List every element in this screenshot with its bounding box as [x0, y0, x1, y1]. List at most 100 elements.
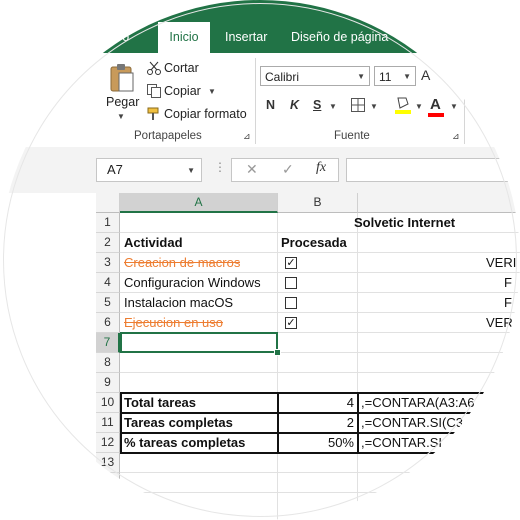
copy-icon [146, 83, 162, 104]
font-family-dropdown-icon: ▼ [357, 72, 365, 81]
gridline [120, 472, 520, 473]
cut-button[interactable]: Cortar [164, 61, 199, 75]
row-header[interactable]: 6 [96, 313, 120, 333]
font-launcher-icon[interactable]: ⊿ [452, 131, 460, 142]
name-box[interactable]: A7 ▼ [96, 158, 202, 182]
cancel-icon[interactable]: ✕ [246, 161, 258, 178]
task-status[interactable]: VERI [486, 253, 516, 273]
summary-formula[interactable]: ,=CONTAR.SI [361, 433, 442, 453]
fill-handle[interactable] [274, 349, 281, 356]
excel-window: vo Inicio Insertar Diseño de página Pega… [0, 0, 520, 520]
summary-label[interactable]: % tareas completas [124, 433, 245, 453]
underline-dropdown-icon[interactable]: ▼ [329, 102, 337, 111]
column-header-a[interactable]: A [120, 193, 278, 213]
task-name[interactable]: Instalacion macOS [124, 293, 233, 313]
row-header[interactable]: 10 [96, 393, 120, 413]
font-size-value: 11 [379, 70, 392, 84]
group-separator [464, 58, 465, 144]
borders-dropdown-icon[interactable]: ▼ [370, 102, 378, 111]
worksheet-grid [0, 193, 520, 520]
font-group-label: Fuente [334, 130, 370, 142]
task-name[interactable]: Ejecucion en uso [124, 313, 223, 333]
summary-label[interactable]: Tareas completas [124, 413, 233, 433]
font-color-button[interactable]: A [430, 96, 441, 113]
task-name[interactable]: Creacion de macros [124, 253, 240, 273]
summary-value[interactable]: 4 [281, 393, 354, 413]
clipboard-icon [108, 62, 136, 99]
group-separator [255, 58, 256, 144]
row-header[interactable]: 9 [96, 373, 120, 393]
task-name[interactable]: Configuracion Windows [124, 273, 261, 293]
row-header[interactable]: 3 [96, 253, 120, 273]
paste-label[interactable]: Pegar [106, 95, 139, 109]
grow-font-button[interactable]: A [421, 67, 430, 83]
task-checkbox[interactable] [285, 277, 297, 289]
gridline [120, 372, 520, 373]
column-header-c[interactable] [358, 193, 520, 213]
selected-cell-a7[interactable] [120, 332, 278, 353]
gridline [357, 213, 358, 520]
name-box-dropdown-icon[interactable]: ▼ [187, 160, 195, 182]
row-header[interactable]: 5 [96, 293, 120, 313]
row-header[interactable]: 4 [96, 273, 120, 293]
format-painter-icon [146, 106, 162, 127]
clipboard-launcher-icon[interactable]: ⊿ [243, 131, 251, 142]
table-border [120, 392, 122, 453]
borders-icon[interactable] [350, 97, 366, 118]
header-actividad[interactable]: Actividad [124, 233, 183, 253]
tab-diseno-pagina[interactable]: Diseño de página [291, 22, 388, 53]
row-header[interactable]: 2 [96, 233, 120, 253]
paste-button[interactable] [106, 60, 136, 94]
italic-button[interactable]: K [290, 98, 299, 112]
row-header[interactable]: 1 [96, 213, 120, 233]
formula-bar-dots: ⋮ [214, 160, 226, 174]
scissors-icon [146, 60, 162, 81]
gridline [277, 213, 278, 520]
copy-format-button[interactable]: Copiar formato [164, 107, 247, 121]
insert-function-icon[interactable]: fx [316, 160, 326, 176]
row-header[interactable]: 11 [96, 413, 120, 433]
bold-button[interactable]: N [266, 98, 275, 112]
underline-button[interactable]: S [313, 98, 321, 112]
gridline [120, 492, 520, 493]
table-border [357, 392, 359, 453]
summary-formula[interactable]: ,=CONTARA(A3:A6 [361, 393, 475, 413]
paste-dropdown-icon[interactable]: ▼ [117, 112, 125, 121]
row-header[interactable]: 8 [96, 353, 120, 373]
tab-insertar[interactable]: Insertar [225, 22, 267, 53]
clipboard-group-label: Portapapeles [134, 130, 202, 142]
summary-value[interactable]: 50% [281, 433, 354, 453]
select-all-corner[interactable] [96, 193, 120, 213]
font-family-select[interactable]: Calibri ▼ [260, 66, 370, 86]
column-header-b[interactable]: B [278, 193, 358, 213]
task-status[interactable]: VERI [486, 313, 516, 333]
font-color-swatch [428, 113, 444, 117]
tab-inicio[interactable]: Inicio [158, 22, 210, 53]
enter-icon[interactable]: ✓ [282, 161, 294, 178]
task-status[interactable]: F [504, 293, 512, 313]
tab-archivo[interactable]: vo [116, 22, 129, 53]
fill-color-icon[interactable] [394, 95, 412, 120]
copy-dropdown-icon[interactable]: ▼ [208, 87, 216, 96]
summary-label[interactable]: Total tareas [124, 393, 196, 413]
font-color-dropdown-icon[interactable]: ▼ [450, 102, 458, 111]
task-checkbox[interactable]: ✓ [285, 317, 297, 329]
font-size-select[interactable]: 11 ▼ [374, 66, 416, 86]
row-header-selected[interactable]: 7 [96, 333, 120, 353]
formula-input[interactable] [346, 158, 520, 182]
task-checkbox[interactable] [285, 297, 297, 309]
summary-formula[interactable]: ,=CONTAR.SI(C3 [361, 413, 463, 433]
font-size-dropdown-icon: ▼ [403, 72, 411, 81]
fill-color-dropdown-icon[interactable]: ▼ [415, 102, 423, 111]
row-header[interactable]: 13 [96, 453, 120, 473]
sheet-title[interactable]: Solvetic Internet [354, 213, 455, 233]
task-status[interactable]: F [504, 273, 512, 293]
table-border [277, 392, 279, 453]
row-header[interactable]: 12 [96, 433, 120, 453]
row-header[interactable]: 14 [96, 473, 120, 493]
summary-value[interactable]: 2 [281, 413, 354, 433]
font-family-value: Calibri [265, 70, 300, 84]
copy-button[interactable]: Copiar [164, 84, 201, 98]
task-checkbox[interactable]: ✓ [285, 257, 297, 269]
header-procesada[interactable]: Procesada [281, 233, 347, 253]
